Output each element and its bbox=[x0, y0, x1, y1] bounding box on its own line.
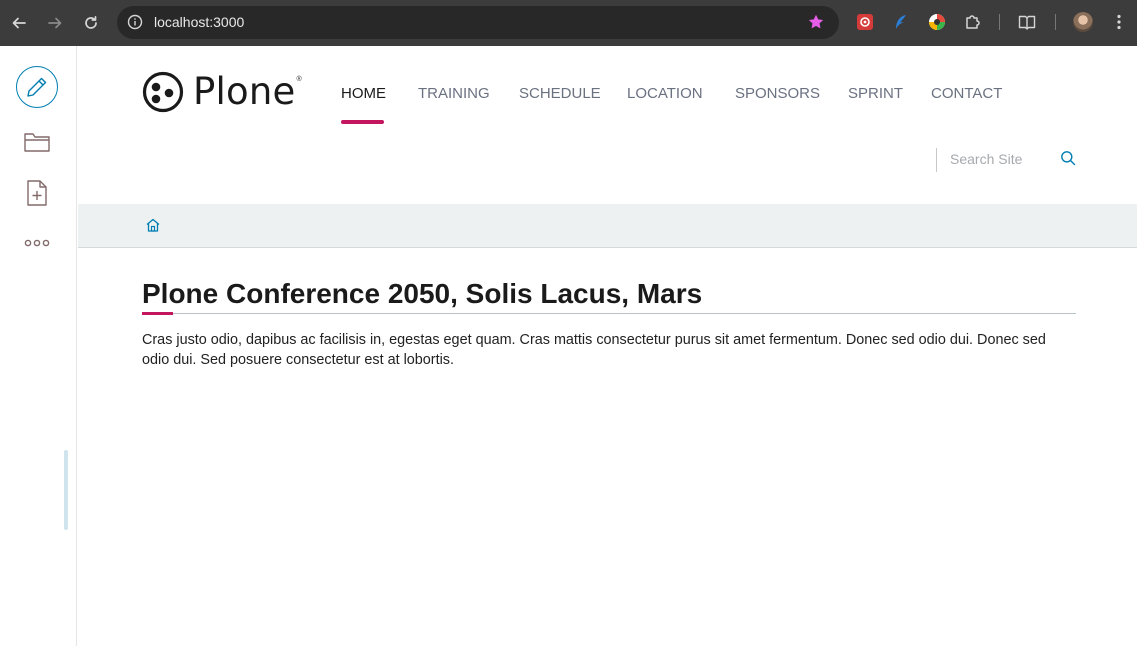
pencil-icon bbox=[27, 77, 47, 97]
title-accent-bar bbox=[142, 312, 173, 315]
pie-color-icon bbox=[929, 14, 945, 30]
back-button[interactable] bbox=[7, 11, 31, 35]
more-button[interactable] bbox=[16, 222, 58, 264]
reload-button[interactable] bbox=[79, 11, 103, 35]
breadcrumb-home[interactable] bbox=[145, 217, 161, 233]
extension-2[interactable] bbox=[891, 12, 911, 32]
extension-red-icon bbox=[857, 14, 873, 30]
search-input[interactable] bbox=[950, 148, 1050, 170]
reading-list-icon bbox=[1018, 15, 1036, 30]
extension-1[interactable] bbox=[855, 12, 875, 32]
nav-schedule[interactable]: SCHEDULE bbox=[519, 85, 601, 103]
contents-button[interactable] bbox=[16, 121, 58, 163]
bookmark-star-icon[interactable] bbox=[807, 13, 825, 31]
toolbar-separator bbox=[999, 14, 1000, 30]
site-search bbox=[936, 146, 1076, 173]
forward-button[interactable] bbox=[43, 11, 67, 35]
page-title: Plone Conference 2050, Solis Lacus, Mars bbox=[142, 278, 703, 309]
plone-toolbar bbox=[0, 46, 77, 646]
title-divider bbox=[142, 313, 1076, 314]
home-icon bbox=[146, 218, 160, 232]
address-bar[interactable]: localhost:3000 bbox=[117, 6, 839, 39]
search-button[interactable] bbox=[1059, 150, 1077, 168]
extension-3[interactable] bbox=[927, 12, 947, 32]
kebab-menu-icon bbox=[1117, 14, 1121, 30]
add-button[interactable] bbox=[16, 172, 58, 214]
site-logo[interactable]: Plone ® bbox=[142, 71, 302, 113]
toolbar-collapse-handle[interactable] bbox=[64, 450, 68, 530]
arrow-left-icon bbox=[12, 17, 26, 29]
nav-sprint[interactable]: SPRINT bbox=[848, 85, 903, 103]
toolbar-separator-2 bbox=[1055, 14, 1056, 30]
logo-wordmark: Plone bbox=[193, 70, 296, 113]
add-document-icon bbox=[27, 180, 47, 206]
nav-home[interactable]: HOME bbox=[341, 85, 386, 103]
puzzle-icon bbox=[966, 15, 980, 29]
reload-icon bbox=[85, 15, 97, 29]
browser-chrome: localhost:3000 bbox=[0, 0, 1137, 46]
more-icon bbox=[24, 239, 50, 247]
plone-logo-icon bbox=[142, 71, 184, 113]
arrow-right-icon bbox=[48, 17, 62, 29]
edit-button[interactable] bbox=[16, 66, 58, 108]
nav-contact[interactable]: CONTACT bbox=[931, 85, 1002, 103]
nav-active-indicator bbox=[341, 120, 384, 124]
site-info-icon[interactable] bbox=[127, 14, 143, 30]
folder-icon bbox=[24, 133, 50, 152]
url-text[interactable]: localhost:3000 bbox=[154, 14, 244, 31]
logo-registered-mark: ® bbox=[296, 75, 302, 83]
profile-avatar[interactable] bbox=[1073, 12, 1093, 32]
search-icon bbox=[1061, 151, 1076, 166]
nav-sponsors[interactable]: SPONSORS bbox=[735, 85, 820, 103]
search-divider bbox=[936, 148, 937, 172]
extensions-button[interactable] bbox=[963, 12, 983, 32]
breadcrumb bbox=[78, 204, 1137, 248]
nav-training[interactable]: TRAINING bbox=[418, 85, 490, 103]
nav-location[interactable]: LOCATION bbox=[627, 85, 703, 103]
feather-icon bbox=[896, 15, 906, 29]
page-description: Cras justo odio, dapibus ac facilisis in… bbox=[142, 332, 1046, 368]
reading-list-button[interactable] bbox=[1017, 12, 1037, 32]
browser-menu-button[interactable] bbox=[1109, 12, 1129, 32]
